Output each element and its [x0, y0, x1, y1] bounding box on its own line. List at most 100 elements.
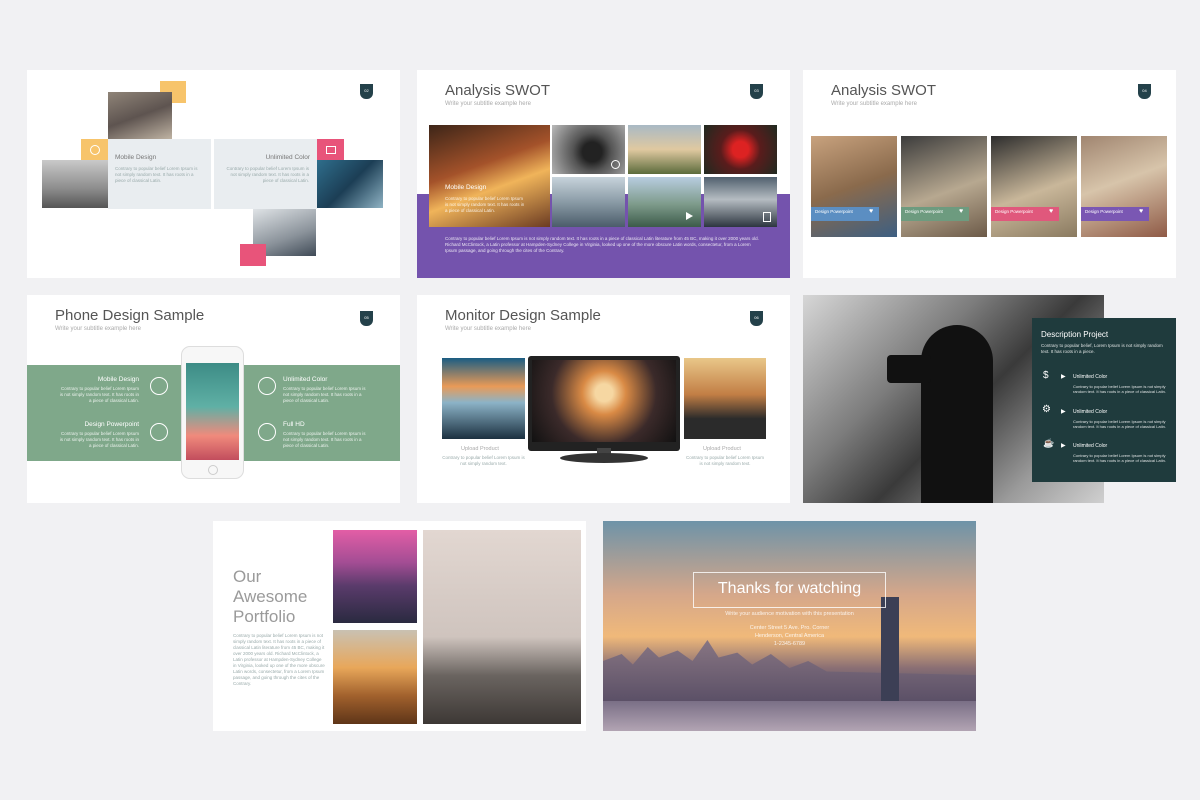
slide-4[interactable]: Phone Design Sample Write your subtitle …: [27, 295, 400, 503]
feature-label-unlimited-color: Unlimited Color: [283, 376, 328, 383]
color-icon-tile: [317, 139, 344, 161]
photo-card-1[interactable]: Design Powerpoint ♥: [811, 136, 897, 237]
left-caption-text: Contrary to popular belief Lorem Ipsum i…: [442, 455, 525, 466]
card-text: Contrary to popular belief Lorem Ipsum i…: [445, 196, 525, 213]
field-sunset-photo: [333, 630, 417, 724]
mobile-icon-tile: [81, 139, 108, 161]
left-caption: Upload Product: [461, 446, 499, 452]
card-label: Design Powerpoint: [995, 209, 1033, 214]
panel-text: Contrary to popular belief, Lorem Ipsum …: [1041, 343, 1163, 354]
snow-peak-photo: [704, 177, 777, 227]
card-label: Design Powerpoint: [815, 209, 853, 214]
camera-silhouette: [887, 355, 931, 383]
thanks-subtitle: Write your audience motivation with this…: [725, 611, 854, 617]
monitor-screen: [532, 360, 676, 442]
card-label: Mobile Design: [445, 184, 487, 191]
slide-3[interactable]: Analysis SWOT Write your subtitle exampl…: [803, 70, 1176, 278]
slide-number-badge: 02: [360, 84, 373, 99]
phone-screen: [186, 363, 239, 460]
photographer-silhouette: [921, 325, 993, 503]
slide-1[interactable]: 02 Mobile Design Contrary to popular bel…: [27, 70, 400, 278]
photo-card-4[interactable]: Design Powerpoint ♥: [1081, 136, 1167, 237]
portfolio-text: Contrary to popular belief Lorem Ipsum i…: [233, 633, 325, 686]
bridge-tower: [881, 597, 899, 713]
photo-card-2[interactable]: Design Powerpoint ♥: [901, 136, 987, 237]
card-label: Design Powerpoint: [905, 209, 943, 214]
slide-subtitle: Write your subtitle example here: [831, 101, 917, 107]
slide-title: Monitor Design Sample: [445, 307, 601, 324]
arrow-right-icon: ▶: [1061, 443, 1066, 449]
unlimited-color-text: Contrary to popular belief Lorem Ipsum i…: [226, 166, 309, 183]
crop-icon: [150, 423, 168, 441]
slide-number-badge: 06: [750, 311, 763, 326]
feature-label-mobile-design: Mobile Design: [97, 376, 139, 383]
slide-2[interactable]: Analysis SWOT Write your subtitle exampl…: [417, 70, 790, 278]
checklist-icon: [763, 212, 771, 222]
audio-icon: [258, 423, 276, 441]
water: [603, 701, 976, 731]
dribbble-icon: [89, 145, 100, 155]
slide-number-badge: 03: [750, 84, 763, 99]
umbrella-photo: [704, 125, 777, 174]
purple-mountain-photo: [333, 530, 417, 623]
card-label: Design Powerpoint: [1085, 209, 1123, 214]
feature-text: Contrary to popular belief Lorem Ipsum i…: [59, 386, 139, 403]
right-caption-text: Contrary to popular belief Lorem Ipsum i…: [685, 455, 765, 466]
slide-subtitle: Write your subtitle example here: [55, 326, 141, 332]
slide-8[interactable]: Thanks for watching Write your audience …: [603, 521, 976, 731]
heart-icon: ♥: [1049, 208, 1054, 215]
right-caption: Upload Product: [703, 446, 741, 452]
city-photo: [42, 160, 108, 208]
jumping-person-photo: [684, 358, 766, 439]
title-line-3: Portfolio: [233, 607, 296, 626]
slide-title: Analysis SWOT: [831, 82, 937, 99]
slide-subtitle: Write your subtitle example here: [445, 326, 531, 332]
mountain-lake-photo: [628, 177, 701, 227]
settings-icon: ⚙: [1042, 404, 1051, 415]
desk-photo: [317, 160, 383, 208]
title-line-2: Awesome: [233, 587, 308, 606]
panel-item-label: Unlimited Color: [1073, 409, 1108, 415]
feature-text: Contrary to popular belief Lorem Ipsum i…: [283, 386, 366, 403]
phone-mockup: [181, 346, 244, 479]
phone-line: 1-2345-6789: [773, 641, 806, 647]
slide-5[interactable]: Monitor Design Sample Write your subtitl…: [417, 295, 790, 503]
lake-person-photo: [442, 358, 525, 439]
photo-card-3[interactable]: Design Powerpoint ♥: [991, 136, 1077, 237]
pink-accent: [240, 244, 266, 266]
city-line: Henderson, Central America: [754, 633, 825, 639]
arrow-right-icon: ▶: [1061, 374, 1066, 380]
feature-text: Contrary to popular belief Lorem Ipsum i…: [283, 431, 366, 448]
heart-icon: ♥: [869, 208, 874, 215]
mobile-design-label: Mobile Design: [115, 154, 157, 161]
layers-icon: [325, 146, 336, 154]
feature-text: Contrary to popular belief Lorem Ipsum i…: [59, 431, 139, 448]
camera-icon: [611, 160, 620, 169]
phone-home-button: [208, 465, 218, 475]
thanks-title: Thanks for watching: [717, 580, 862, 597]
slide-7[interactable]: Our Awesome Portfolio Contrary to popula…: [213, 521, 586, 731]
address-line: Center Street 5 Ave. Pro. Corner: [749, 625, 830, 631]
unlimited-color-label: Unlimited Color: [265, 154, 310, 161]
coffee-icon: ☕: [1043, 438, 1055, 448]
tree-photo: [628, 125, 701, 174]
dollar-icon: $: [1043, 370, 1049, 381]
heart-icon: ♥: [959, 208, 964, 215]
slide-number-badge: 04: [1138, 84, 1151, 99]
coast-photo: [552, 177, 625, 227]
music-icon: [258, 377, 276, 395]
monitor-mockup: [528, 356, 680, 451]
mobile-design-text: Contrary to popular belief Lorem Ipsum i…: [115, 166, 198, 183]
slide-subtitle: Write your subtitle example here: [445, 101, 531, 107]
slide-6[interactable]: Description Project Contrary to popular …: [803, 295, 1176, 503]
pier-fog-photo: [423, 530, 581, 724]
screen-icon: [150, 377, 168, 395]
panel-item-label: Unlimited Color: [1073, 374, 1108, 380]
slide-title: Phone Design Sample: [55, 307, 205, 324]
monitor-stand: [560, 453, 648, 463]
panel-item-text: Contrary to popular belief Lorem Ipsum i…: [1073, 384, 1166, 394]
panel-item-text: Contrary to popular belief Lorem Ipsum i…: [1073, 453, 1166, 463]
team-photo: [108, 92, 172, 139]
slide-title: Analysis SWOT: [445, 82, 551, 99]
camera-photo: [552, 125, 625, 174]
